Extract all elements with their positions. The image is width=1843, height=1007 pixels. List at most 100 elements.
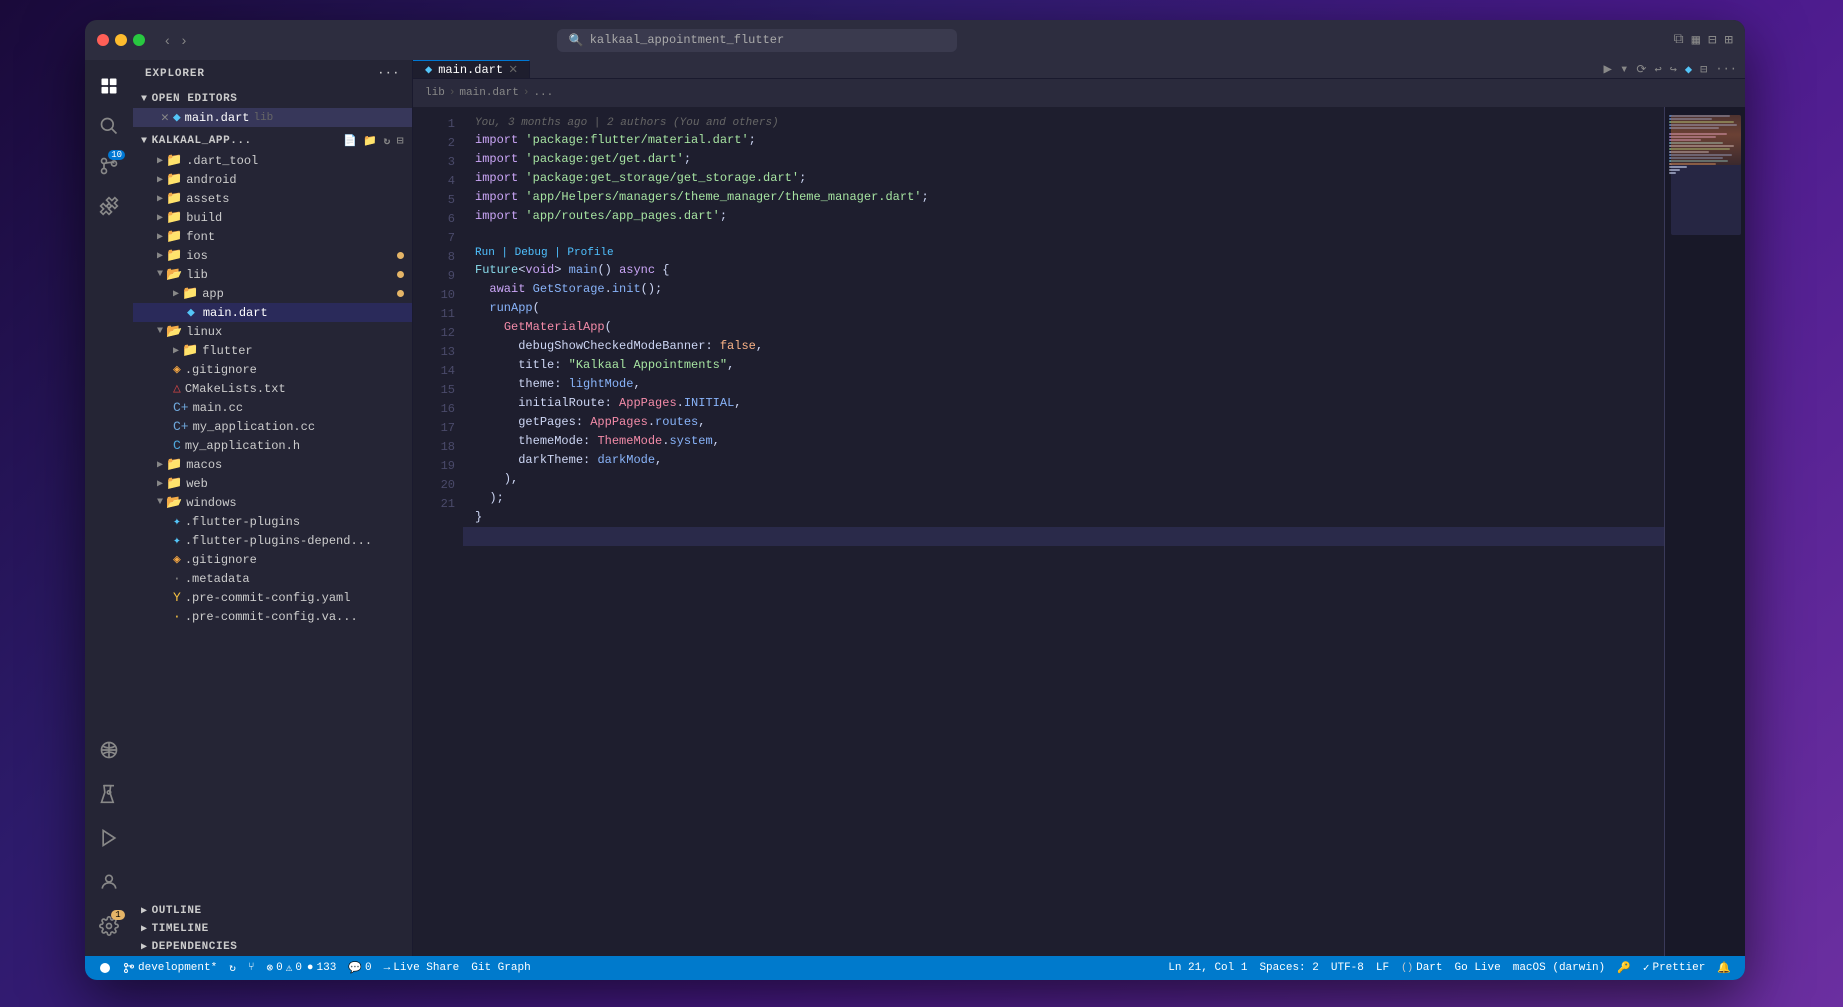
file-main-cc[interactable]: C+ main.cc: [133, 398, 412, 417]
folder-macos[interactable]: ▶ 📁 macos: [133, 455, 412, 474]
folder-ios[interactable]: ▶ 📁 ios: [133, 246, 412, 265]
status-live-share[interactable]: → Live Share: [378, 962, 466, 974]
status-line-ending[interactable]: LF: [1370, 962, 1395, 974]
folder-font[interactable]: ▶ 📁 font: [133, 227, 412, 246]
folder-lib[interactable]: ▼ 📂 lib: [133, 265, 412, 284]
activity-extensions[interactable]: [91, 188, 127, 224]
collapse-icon[interactable]: ⊟: [397, 134, 404, 148]
status-hints[interactable]: 💬 0: [342, 961, 377, 975]
run-link[interactable]: Run | Debug | Profile: [475, 247, 614, 259]
more-icon[interactable]: ···: [1715, 62, 1737, 76]
status-go-live[interactable]: Go Live: [1449, 962, 1507, 974]
file-main-dart[interactable]: ◆ main.dart: [133, 303, 412, 322]
forward-button[interactable]: ›: [178, 30, 191, 50]
tab-main-dart[interactable]: ◆ main.dart ✕: [413, 60, 530, 78]
chevron-right-icon: ▶: [157, 478, 163, 490]
hot-reload-icon[interactable]: ⟳: [1636, 62, 1646, 77]
status-macos[interactable]: macOS (darwin): [1507, 962, 1611, 974]
folder-build[interactable]: ▶ 📁 build: [133, 208, 412, 227]
file-metadata[interactable]: · .metadata: [133, 569, 412, 588]
close-button[interactable]: [97, 34, 109, 46]
maximize-button[interactable]: [133, 34, 145, 46]
code-line-11: debugShowCheckedModeBanner: false,: [463, 337, 1664, 356]
code-line-14: initialRoute: AppPages.INITIAL,: [463, 394, 1664, 413]
undo-icon[interactable]: ↩: [1654, 62, 1661, 77]
layout-icon-toolbar[interactable]: ⊟: [1700, 62, 1707, 77]
chevron-right-icon: ▶: [157, 231, 163, 243]
editor-actions: ▶ ▾ ⟳ ↩ ↪ ◆ ⊟ ···: [1596, 60, 1745, 78]
status-language[interactable]: () Dart: [1395, 962, 1448, 974]
activity-explorer[interactable]: [91, 68, 127, 104]
activity-debug[interactable]: [91, 820, 127, 856]
activity-settings[interactable]: 1: [91, 908, 127, 944]
folder-assets[interactable]: ▶ 📁 assets: [133, 189, 412, 208]
folder-android[interactable]: ▶ 📁 android: [133, 170, 412, 189]
open-editors-header[interactable]: ▼ OPEN EDITORS: [133, 90, 412, 108]
file-pre-commit[interactable]: Y .pre-commit-config.yaml: [133, 588, 412, 607]
file-flutter-plugins[interactable]: ✦ .flutter-plugins: [133, 512, 412, 531]
folder-app[interactable]: ▶ 📁 app: [133, 284, 412, 303]
status-position[interactable]: Ln 21, Col 1: [1162, 962, 1253, 974]
file-flutter-plugins-dep[interactable]: ✦ .flutter-plugins-depend...: [133, 531, 412, 550]
file-gitignore-root[interactable]: ◈ .gitignore: [133, 550, 412, 569]
code-area[interactable]: You, 3 months ago | 2 authors (You and o…: [463, 107, 1664, 956]
status-remote[interactable]: [93, 962, 117, 974]
folder-web[interactable]: ▶ 📁 web: [133, 474, 412, 493]
folder-linux[interactable]: ▼ 📂 linux: [133, 322, 412, 341]
activity-test[interactable]: [91, 776, 127, 812]
line-num-9: 9: [413, 267, 463, 286]
status-branch[interactable]: development*: [117, 962, 223, 974]
open-editor-main-dart[interactable]: ✕ ◆ main.dart lib: [133, 108, 412, 127]
outline-header[interactable]: ▶ OUTLINE: [133, 902, 412, 920]
status-prettier[interactable]: ✓ Prettier: [1637, 961, 1711, 975]
refresh-icon[interactable]: ↻: [384, 134, 391, 148]
folder-icon: 📁: [166, 229, 182, 244]
line-num-21: 21: [413, 495, 463, 514]
dart-icon: ◆: [187, 305, 195, 320]
customize-layout-icon[interactable]: ⊟: [1708, 32, 1716, 49]
tab-toolbar: ◆ main.dart ✕ ▶ ▾ ⟳ ↩ ↪ ◆ ⊟ ···: [413, 60, 1745, 79]
layout-icon[interactable]: ▦: [1692, 32, 1700, 49]
file-gitignore[interactable]: ◈ .gitignore: [133, 360, 412, 379]
status-encoding[interactable]: UTF-8: [1325, 962, 1370, 974]
status-key[interactable]: 🔑: [1611, 961, 1637, 975]
activity-account[interactable]: [91, 864, 127, 900]
status-git-more[interactable]: ⑂: [242, 962, 261, 974]
breadcrumb-lib[interactable]: lib: [425, 87, 445, 99]
file-my-application-h[interactable]: C my_application.h: [133, 436, 412, 455]
folder-dart-tool[interactable]: ▶ 📁 .dart_tool: [133, 151, 412, 170]
project-header[interactable]: ▼ KALKAAL_APP... 📄 📁 ↻ ⊟: [133, 131, 412, 151]
minimize-button[interactable]: [115, 34, 127, 46]
dart-icon-toolbar[interactable]: ◆: [1685, 62, 1692, 77]
close-icon[interactable]: ✕: [161, 110, 169, 125]
folder-windows[interactable]: ▼ 📂 windows: [133, 493, 412, 512]
folder-flutter[interactable]: ▶ 📁 flutter: [133, 341, 412, 360]
breadcrumb-more[interactable]: ...: [533, 87, 553, 99]
new-file-icon[interactable]: 📄: [343, 134, 357, 148]
file-cmakelists[interactable]: △ CMakeLists.txt: [133, 379, 412, 398]
new-folder-icon[interactable]: 📁: [363, 134, 377, 148]
activity-remote[interactable]: [91, 732, 127, 768]
run-icon[interactable]: ▶: [1604, 61, 1612, 78]
redo-icon[interactable]: ↪: [1670, 62, 1677, 77]
timeline-header[interactable]: ▶ TIMELINE: [133, 920, 412, 938]
status-git-graph[interactable]: Git Graph: [465, 962, 536, 974]
status-sync[interactable]: ↻: [223, 961, 242, 975]
explorer-more-icon[interactable]: ···: [378, 68, 400, 80]
status-errors[interactable]: ⊗ 0 ⚠ 0 ● 133: [260, 961, 342, 975]
breadcrumb-file[interactable]: main.dart: [459, 87, 518, 99]
status-spaces[interactable]: Spaces: 2: [1253, 962, 1324, 974]
split-editor-icon[interactable]: ⧉: [1674, 32, 1684, 49]
encoding-label: UTF-8: [1331, 962, 1364, 974]
file-pre-commit-va[interactable]: · .pre-commit-config.va...: [133, 607, 412, 626]
activity-git[interactable]: 10: [91, 148, 127, 184]
back-button[interactable]: ‹: [161, 30, 174, 50]
dependencies-header[interactable]: ▶ DEPENDENCIES: [133, 938, 412, 956]
file-my-application-cc[interactable]: C+ my_application.cc: [133, 417, 412, 436]
grid-layout-icon[interactable]: ⊞: [1725, 32, 1733, 49]
title-search-bar[interactable]: 🔍 kalkaal_appointment_flutter: [557, 29, 957, 52]
activity-search[interactable]: [91, 108, 127, 144]
run-dropdown-icon[interactable]: ▾: [1620, 61, 1628, 78]
tab-close-button[interactable]: ✕: [509, 61, 517, 78]
status-bell[interactable]: 🔔: [1711, 961, 1737, 975]
